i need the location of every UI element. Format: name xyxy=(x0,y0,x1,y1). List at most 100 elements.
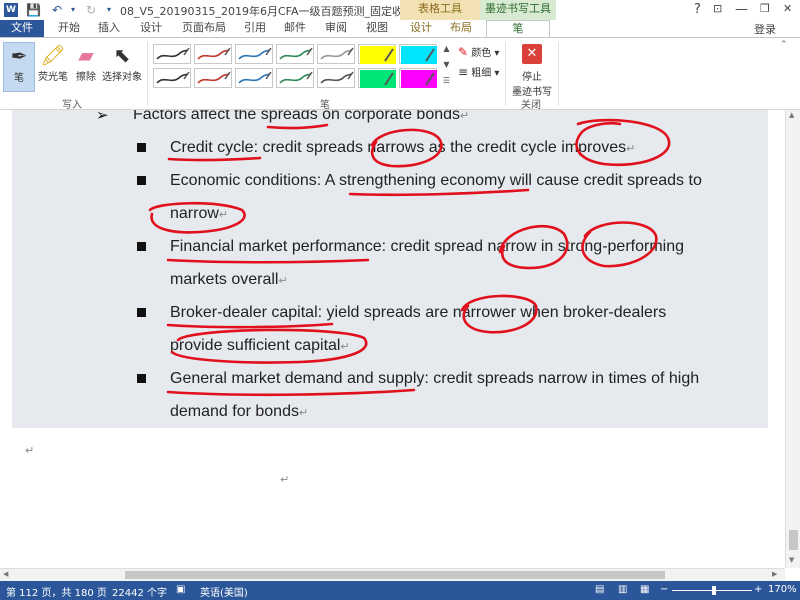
pen-swatch[interactable] xyxy=(276,44,314,64)
pen-swatch[interactable] xyxy=(194,68,232,88)
ribbon-display-icon[interactable]: ⊡ xyxy=(713,2,722,15)
document-canvas[interactable]: ➢ Factors affect the spreads on corporat… xyxy=(0,110,785,568)
pen-swatch[interactable] xyxy=(153,68,191,88)
horizontal-scrollbar[interactable]: ◀ ▶ xyxy=(0,568,785,581)
login-link[interactable]: 登录 xyxy=(754,21,776,37)
scroll-left-arrow-icon[interactable]: ◀ xyxy=(3,570,8,578)
scroll-down-arrow-icon[interactable]: ▼ xyxy=(789,556,794,564)
pen-swatch[interactable] xyxy=(399,44,437,64)
language-indicator[interactable]: 英语(美国) xyxy=(200,584,248,599)
square-bullet-icon xyxy=(137,242,146,251)
zoom-in-button[interactable]: + xyxy=(754,584,762,595)
cursor-icon: ⬉ xyxy=(113,43,131,67)
list-item: Financial market performance: credit spr… xyxy=(170,238,684,255)
undo-dropdown-icon[interactable]: ▾ xyxy=(66,3,80,17)
document-title: 08_V5_20190315_2019年6月CFA一级百题预测_固定收益（搜..… xyxy=(120,5,447,18)
gallery-scroll-down[interactable]: ▼ xyxy=(441,60,452,76)
word-app-icon[interactable]: W xyxy=(4,3,18,17)
vertical-scroll-thumb[interactable] xyxy=(789,530,798,550)
help-button[interactable]: ? xyxy=(694,2,701,17)
pen-swatch[interactable] xyxy=(317,68,355,88)
tab-review[interactable]: 审阅 xyxy=(318,20,354,37)
tab-file[interactable]: 文件 xyxy=(0,20,44,37)
highlighter-button[interactable]: 🖍 荧光笔 xyxy=(36,42,70,92)
pen-swatch[interactable] xyxy=(235,68,273,88)
stop-inking-button[interactable]: ✕ 停止 墨迹书写 xyxy=(510,42,554,98)
proofing-icon[interactable]: ▣ xyxy=(176,584,185,595)
tab-table-design[interactable]: 设计 xyxy=(404,20,438,37)
undo-icon[interactable]: ↶ xyxy=(50,3,64,17)
group-divider xyxy=(147,42,148,106)
tab-view[interactable]: 视图 xyxy=(360,20,394,37)
status-bar: 第 112 页，共 180 页 22442 个字 ▣ 英语(美国) ▤ ▥ ▦ … xyxy=(0,581,800,600)
zoom-out-button[interactable]: − xyxy=(660,584,668,595)
list-item: Economic conditions: A strengthening eco… xyxy=(170,172,702,189)
square-bullet-icon xyxy=(137,308,146,317)
pen-swatch[interactable] xyxy=(317,44,355,64)
tab-pen[interactable]: 笔 xyxy=(486,20,550,38)
pen-color-icon: ✎ xyxy=(458,45,469,59)
list-item: General market demand and supply: credit… xyxy=(170,370,700,387)
group-label-write: 写入 xyxy=(62,100,82,111)
scroll-right-arrow-icon[interactable]: ▶ xyxy=(772,570,777,578)
tab-home[interactable]: 开始 xyxy=(52,20,86,37)
group-label-close: 关闭 xyxy=(521,100,541,111)
square-bullet-icon xyxy=(137,143,146,152)
ribbon-tabs: 文件 开始 插入 设计 页面布局 引用 邮件 审阅 视图 设计 布局 笔 登录 xyxy=(0,20,800,38)
square-bullet-icon xyxy=(137,176,146,185)
heading-line: Factors affect the spreads on corporate … xyxy=(133,110,470,123)
print-layout-icon[interactable]: ▥ xyxy=(618,584,627,595)
paragraph-mark: ↵ xyxy=(280,473,290,486)
tab-page-layout[interactable]: 页面布局 xyxy=(176,20,232,37)
ribbon: ✒ 笔 🖍 荧光笔 ▰ 擦除 ⬉ 选择对象 写入 ▲ ▼ ☰ ✎ 颜色 ▾ ≡ … xyxy=(0,37,800,111)
tab-design[interactable]: 设计 xyxy=(134,20,168,37)
word-count[interactable]: 22442 个字 xyxy=(112,584,167,599)
pen-swatch[interactable] xyxy=(276,68,314,88)
gallery-expand[interactable]: ☰ xyxy=(441,76,452,92)
redo-icon[interactable]: ↻ xyxy=(84,3,98,17)
pen-icon: ✒ xyxy=(10,44,28,68)
thickness-icon: ≡ xyxy=(458,65,469,79)
list-item-continuation: markets overall↵ xyxy=(170,271,288,288)
restore-button[interactable]: ❐ xyxy=(760,2,770,15)
collapse-ribbon-icon[interactable]: ⌃ xyxy=(780,40,788,50)
pen-swatch[interactable] xyxy=(358,68,396,88)
pen-tool-button[interactable]: ✒ 笔 xyxy=(3,42,35,92)
customize-toolbar-icon[interactable]: ▾ xyxy=(102,3,116,17)
page-count[interactable]: 第 112 页，共 180 页 xyxy=(6,584,107,599)
thickness-dropdown[interactable]: ≡ 粗细 ▾ xyxy=(458,64,499,79)
horizontal-scroll-thumb[interactable] xyxy=(125,571,665,579)
gallery-scroll-up[interactable]: ▲ xyxy=(441,44,452,60)
read-mode-icon[interactable]: ▤ xyxy=(595,584,604,595)
list-item: Credit cycle: credit spreads narrows as … xyxy=(170,139,636,156)
title-bar: W 💾 ↶ ▾ ↻ ▾ 08_V5_20190315_2019年6月CFA一级百… xyxy=(0,0,800,20)
save-icon[interactable]: 💾 xyxy=(26,3,41,17)
group-divider xyxy=(558,42,559,106)
list-item: Broker-dealer capital: yield spreads are… xyxy=(170,304,667,321)
pen-swatch[interactable] xyxy=(153,44,191,64)
eraser-button[interactable]: ▰ 擦除 xyxy=(72,42,100,92)
pen-swatch[interactable] xyxy=(194,44,232,64)
stop-close-icon: ✕ xyxy=(522,44,542,64)
list-item-continuation: narrow↵ xyxy=(170,205,229,222)
close-button[interactable]: ✕ xyxy=(783,2,792,15)
scroll-up-arrow-icon[interactable]: ▲ xyxy=(789,111,794,119)
ink-tools-group: 墨迹书写工具 xyxy=(480,0,556,20)
tab-mailings[interactable]: 邮件 xyxy=(278,20,312,37)
tab-insert[interactable]: 插入 xyxy=(92,20,126,37)
tab-table-layout[interactable]: 布局 xyxy=(444,20,478,37)
minimize-button[interactable]: — xyxy=(735,2,748,17)
zoom-slider-thumb[interactable] xyxy=(712,586,716,595)
tab-references[interactable]: 引用 xyxy=(238,20,272,37)
paragraph-mark: ↵ xyxy=(25,444,35,457)
pen-swatch[interactable] xyxy=(358,44,396,64)
zoom-level[interactable]: 170% xyxy=(768,584,797,595)
pen-swatch[interactable] xyxy=(235,44,273,64)
pen-swatch[interactable] xyxy=(399,68,437,88)
table-tools-group: 表格工具 xyxy=(400,0,480,20)
vertical-scrollbar[interactable]: ▲ ▼ xyxy=(785,110,800,568)
select-objects-button[interactable]: ⬉ 选择对象 xyxy=(101,42,143,92)
color-dropdown[interactable]: ✎ 颜色 ▾ xyxy=(458,44,499,59)
web-layout-icon[interactable]: ▦ xyxy=(640,584,649,595)
eraser-icon: ▰ xyxy=(78,43,94,67)
